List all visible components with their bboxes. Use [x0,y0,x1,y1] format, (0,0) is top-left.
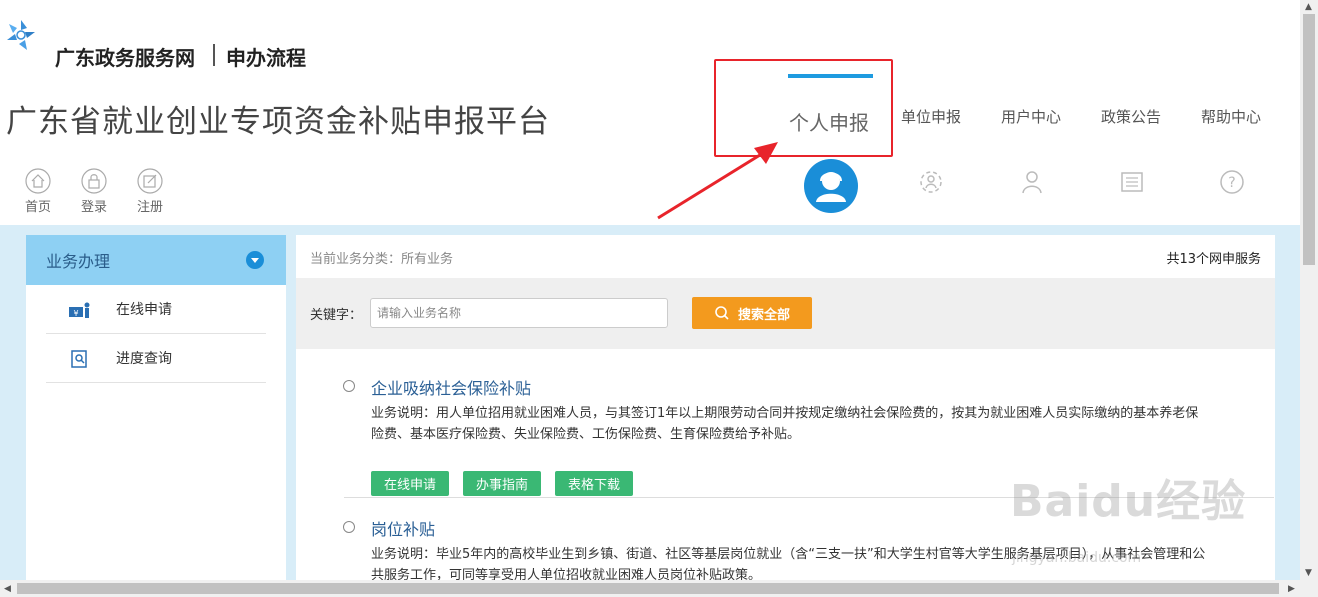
person-icon[interactable] [804,159,858,213]
bullet-icon [343,380,355,392]
header-divider [213,44,215,66]
horizontal-scroll-thumb[interactable] [17,583,1279,594]
quick-login[interactable]: 登录 [74,168,114,215]
search-doc-icon [71,350,87,368]
search-input[interactable] [370,298,668,328]
quick-home-label: 首页 [24,200,51,215]
sidebar: 业务办理 ¥ 在线申请 进度查询 [26,235,286,580]
scroll-up-icon[interactable]: ▲ [1305,2,1312,12]
nav-tab-user-center[interactable]: 用户中心 [1001,106,1061,127]
platform-title: 广东省就业创业专项资金补贴申报平台 [6,104,550,140]
apply-icon: ¥ [69,302,90,318]
search-icon [715,306,729,320]
bullet-icon [343,521,355,533]
nav-tab-policy[interactable]: 政策公告 [1101,106,1161,127]
search-all-label: 搜索全部 [737,307,790,323]
annotation-arrow-icon [657,142,778,220]
chevron-down-icon[interactable] [246,251,264,269]
vertical-scroll-thumb[interactable] [1303,14,1315,265]
sidebar-header[interactable]: 业务办理 [26,235,286,285]
section-name: 申办流程 [226,46,306,70]
service-count: 共13个网申服务 [1166,252,1261,267]
service-title[interactable]: 企业吸纳社会保险补贴 [371,375,531,399]
scroll-down-icon[interactable]: ▼ [1305,568,1312,578]
quick-home[interactable]: 首页 [18,168,58,215]
svg-text:?: ? [1228,175,1235,191]
sidebar-title: 业务办理 [46,252,111,271]
search-bar: 关键字： 搜索全部 [296,278,1275,349]
portal-name[interactable]: 广东政务服务网 [55,42,195,71]
svg-text:¥: ¥ [73,309,78,318]
lock-icon [81,168,107,194]
quick-register-label: 注册 [136,200,163,215]
keyword-label: 关键字： [310,308,363,323]
nav-tab-help[interactable]: 帮助中心 [1201,106,1261,127]
search-all-button[interactable]: 搜索全部 [692,297,812,329]
edit-icon [137,168,163,194]
apply-online-button[interactable]: 在线申请 [371,471,449,496]
portal-logo-icon [7,20,35,50]
scroll-right-icon[interactable]: ▶ [1288,584,1295,594]
user-icon[interactable] [1018,168,1046,196]
service-title[interactable]: 岗位补贴 [371,516,435,540]
nav-tab-organization[interactable]: 单位申报 [901,106,961,127]
sidebar-item-progress[interactable]: 进度查询 [46,334,266,383]
sidebar-item-apply[interactable]: ¥ 在线申请 [46,285,266,334]
quick-register[interactable]: 注册 [130,168,170,215]
guide-button[interactable]: 办事指南 [463,471,541,496]
sidebar-item-label: 进度查询 [116,351,172,367]
service-description: 业务说明：用人单位招用就业困难人员，与其签订1年以上期限劳动合同并按规定缴纳社会… [371,406,1199,442]
help-icon[interactable]: ? [1218,168,1246,196]
home-icon [25,168,51,194]
form-download-button[interactable]: 表格下载 [555,471,633,496]
scroll-left-icon[interactable]: ◀ [4,584,11,594]
document-icon[interactable] [1118,168,1146,196]
quick-login-label: 登录 [80,200,107,215]
watermark-url: jingyan.baidu.com [1012,550,1142,566]
organization-icon[interactable] [917,168,945,196]
current-category: 当前业务分类：所有业务 [310,252,454,267]
sidebar-item-label: 在线申请 [116,302,172,318]
watermark-text: Baidu经验 [1010,476,1247,527]
